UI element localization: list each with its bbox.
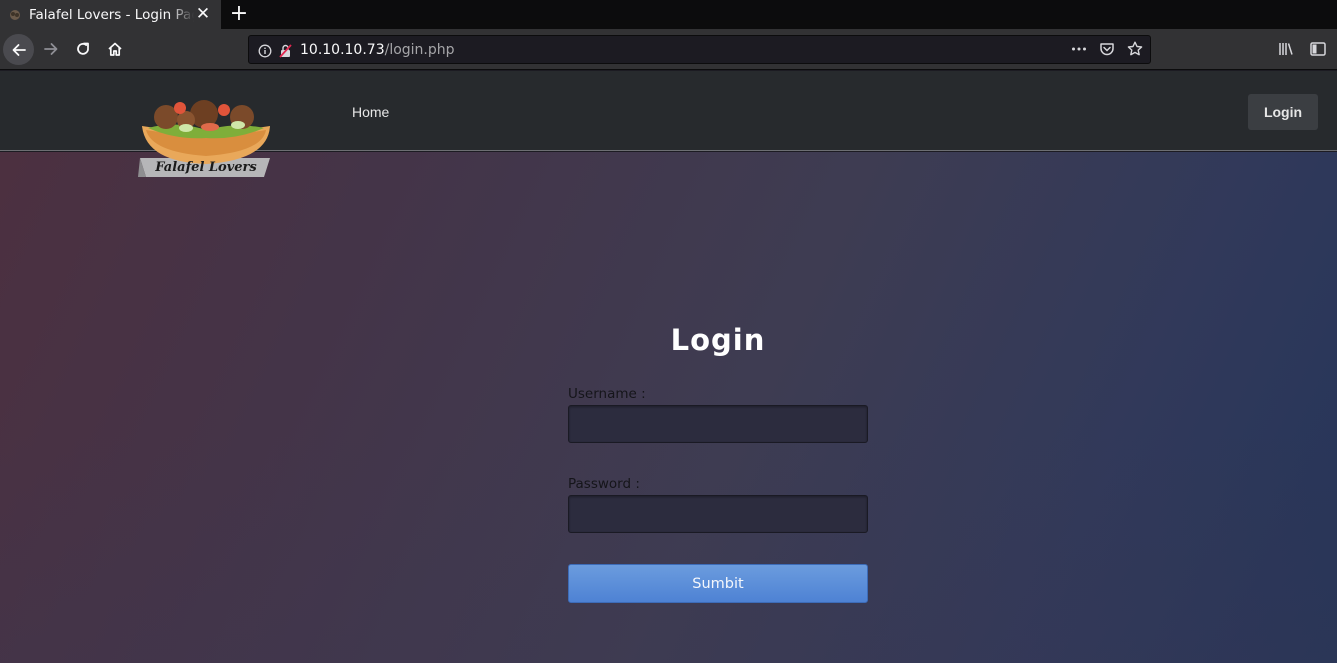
tab-title: Falafel Lovers - Login Page <box>29 6 194 23</box>
browser-toolbar: 10.10.10.73/login.php <box>0 29 1337 70</box>
browser-tab-strip: Falafel Lovers - Login Page ✕ + <box>0 0 1337 29</box>
browser-tab-active[interactable]: Falafel Lovers - Login Page ✕ <box>0 0 221 29</box>
back-arrow-icon[interactable] <box>3 34 34 65</box>
logo-text: Falafel Lovers <box>154 160 257 175</box>
new-tab-plus-icon[interactable]: + <box>229 3 249 25</box>
forward-arrow-icon[interactable] <box>36 34 66 64</box>
falafel-lovers-logo[interactable]: Falafel Lovers <box>136 100 276 178</box>
falafel-favicon-icon <box>9 9 21 21</box>
login-title: Login <box>670 323 766 357</box>
password-input[interactable] <box>568 495 868 533</box>
library-icon[interactable] <box>1277 40 1295 58</box>
page-actions-ellipsis-icon[interactable] <box>1070 40 1088 58</box>
close-tab-icon[interactable]: ✕ <box>195 6 211 23</box>
password-label: Password : <box>568 476 640 492</box>
home-icon[interactable] <box>100 34 130 64</box>
username-label: Username : <box>568 386 646 402</box>
nav-link-home[interactable]: Home <box>352 104 389 120</box>
pocket-icon[interactable] <box>1098 40 1116 58</box>
submit-button[interactable]: Sumbit <box>568 564 868 603</box>
login-hero-background: Login Username : Password : Sumbit <box>0 152 1337 663</box>
url-host: 10.10.10.73 <box>300 41 385 58</box>
nav-login-button[interactable]: Login <box>1248 94 1318 130</box>
site-info-icon[interactable] <box>258 43 272 57</box>
insecure-lock-icon[interactable] <box>278 43 294 58</box>
bookmark-star-icon[interactable] <box>1126 40 1144 58</box>
url-path: /login.php <box>384 41 455 58</box>
url-text: 10.10.10.73/login.php <box>300 42 455 58</box>
web-page: Home Login Falafel Lovers Login Username… <box>0 71 1337 663</box>
address-bar[interactable]: 10.10.10.73/login.php <box>248 35 1151 64</box>
reload-icon[interactable] <box>68 34 98 64</box>
sidebar-toggle-icon[interactable] <box>1309 40 1327 58</box>
username-input[interactable] <box>568 405 868 443</box>
